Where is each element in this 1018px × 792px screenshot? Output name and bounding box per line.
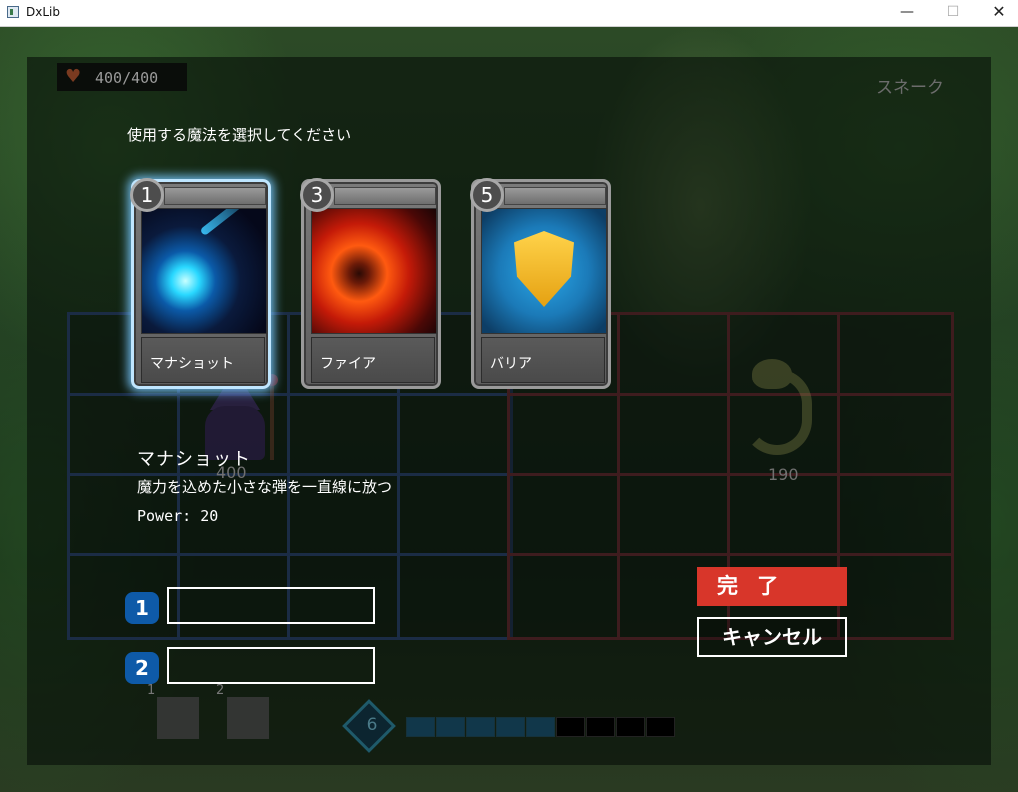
- hand-slot-label: 2: [216, 683, 225, 698]
- shield-icon: [514, 231, 574, 307]
- mana-segment: [646, 717, 675, 737]
- card-name: バリア: [490, 356, 532, 372]
- hand-slot-label: 1: [147, 683, 156, 698]
- card-name: ファイア: [320, 356, 376, 372]
- enemy-name: スネーク: [876, 78, 944, 98]
- hand-slot-2[interactable]: [227, 697, 269, 739]
- hand-slot-1[interactable]: [157, 697, 199, 739]
- mana-segment: [556, 717, 585, 737]
- slot-1-badge: 1: [125, 592, 159, 624]
- window-title: DxLib: [26, 5, 60, 19]
- mana-segment: [616, 717, 645, 737]
- player-hp-box: ♥ 400/400: [57, 63, 187, 91]
- card-barrier[interactable]: 5 バリア: [470, 178, 611, 389]
- mana-segment: [466, 717, 495, 737]
- fire-art: [311, 208, 437, 334]
- magic-slot-2[interactable]: [167, 647, 375, 684]
- window-titlebar: DxLib — ☐ ✕: [0, 0, 1018, 27]
- mana-segment: [496, 717, 525, 737]
- selected-magic-power: Power: 20: [137, 507, 219, 525]
- card-cost-badge: 5: [470, 178, 504, 212]
- app-icon: [7, 6, 19, 18]
- selected-magic-description: 魔力を込めた小さな弾を一直線に放つ: [137, 478, 393, 496]
- barrier-art: [481, 208, 607, 334]
- done-button[interactable]: 完 了: [697, 567, 847, 606]
- selected-magic-name: マナショット: [137, 449, 251, 470]
- card-cost-badge: 3: [300, 178, 334, 212]
- card-fire[interactable]: 3 ファイア: [300, 178, 441, 389]
- select-magic-prompt: 使用する魔法を選択してください: [127, 126, 352, 144]
- mana-segment: [586, 717, 615, 737]
- mana-segment: [436, 717, 465, 737]
- enemy-snake-sprite: [732, 359, 832, 459]
- card-mana-shot[interactable]: 1 マナショット: [130, 178, 271, 389]
- enemy-hp-value: 190: [768, 465, 799, 484]
- card-name: マナショット: [150, 356, 234, 372]
- mana-count: 6: [366, 715, 378, 735]
- magic-slot-1[interactable]: [167, 587, 375, 624]
- player-hp-text: 400/400: [95, 69, 159, 87]
- slot-2-badge: 2: [125, 652, 159, 684]
- maximize-button[interactable]: ☐: [930, 0, 976, 26]
- heart-icon: ♥: [65, 66, 82, 87]
- close-button[interactable]: ✕: [976, 0, 1018, 26]
- mana-shot-art: [141, 208, 267, 334]
- mana-segment: [526, 717, 555, 737]
- minimize-button[interactable]: —: [884, 0, 930, 26]
- mana-segment: [406, 717, 435, 737]
- cancel-button[interactable]: キャンセル: [697, 617, 847, 657]
- game-canvas: 400 190 ♥ 400/400 スネーク 使用する魔法を選択してください 1…: [0, 27, 1018, 792]
- card-cost-badge: 1: [130, 178, 164, 212]
